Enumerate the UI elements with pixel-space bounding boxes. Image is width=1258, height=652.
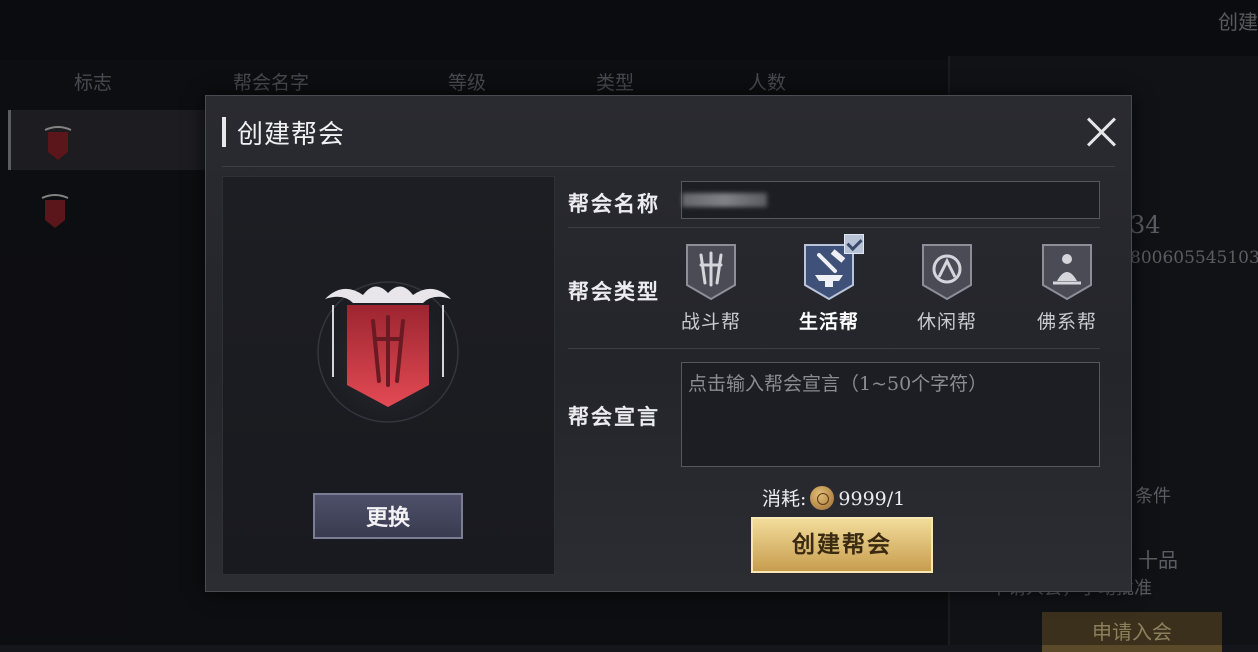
guild-emblem-icon: [317, 281, 459, 423]
change-emblem-button[interactable]: 更换: [313, 493, 463, 539]
type-label-leisure: 休闲帮: [916, 311, 977, 333]
type-label-combat: 战斗帮: [680, 311, 741, 333]
coin-icon: [810, 486, 835, 510]
type-label-life: 生活帮: [798, 311, 859, 333]
section-divider: [568, 227, 1100, 228]
create-guild-button[interactable]: 创建帮会: [751, 517, 933, 573]
section-divider: [568, 348, 1100, 349]
blurred-name-value: [682, 193, 767, 207]
guild-name-input[interactable]: [681, 181, 1100, 219]
title-accent-bar: [222, 117, 226, 147]
title-divider: [222, 166, 1115, 167]
emblem-preview-panel: 更换: [222, 176, 555, 575]
type-option-combat[interactable]: 战斗帮: [666, 241, 756, 337]
meditation-banner-icon: [1042, 244, 1092, 301]
type-option-life[interactable]: 生活帮: [784, 241, 874, 337]
close-icon[interactable]: [1086, 116, 1118, 148]
cost-value: 9999/1: [838, 488, 906, 510]
guild-type-label: 帮会类型: [568, 279, 660, 304]
selected-checkmark-icon: [844, 234, 864, 254]
guild-declaration-input[interactable]: 点击输入帮会宣言（1~50个字符）: [681, 362, 1100, 467]
guild-declaration-label: 帮会宣言: [568, 404, 660, 429]
type-label-buddhist: 佛系帮: [1036, 311, 1097, 333]
create-guild-dialog: 创建帮会 更换 帮会名称 帮会类型 战斗帮 生活帮 休闲帮 佛系帮 帮会宣言 点…: [205, 95, 1132, 592]
swords-banner-icon: [686, 244, 736, 301]
type-option-leisure[interactable]: 休闲帮: [902, 241, 992, 337]
type-option-buddhist[interactable]: 佛系帮: [1022, 241, 1112, 337]
guild-name-label: 帮会名称: [568, 191, 660, 216]
cost-label: 消耗:: [762, 488, 807, 510]
dialog-title: 创建帮会: [237, 120, 346, 150]
cost-display: 消耗: 9999/1: [762, 484, 905, 511]
leisure-banner-icon: [922, 244, 972, 301]
